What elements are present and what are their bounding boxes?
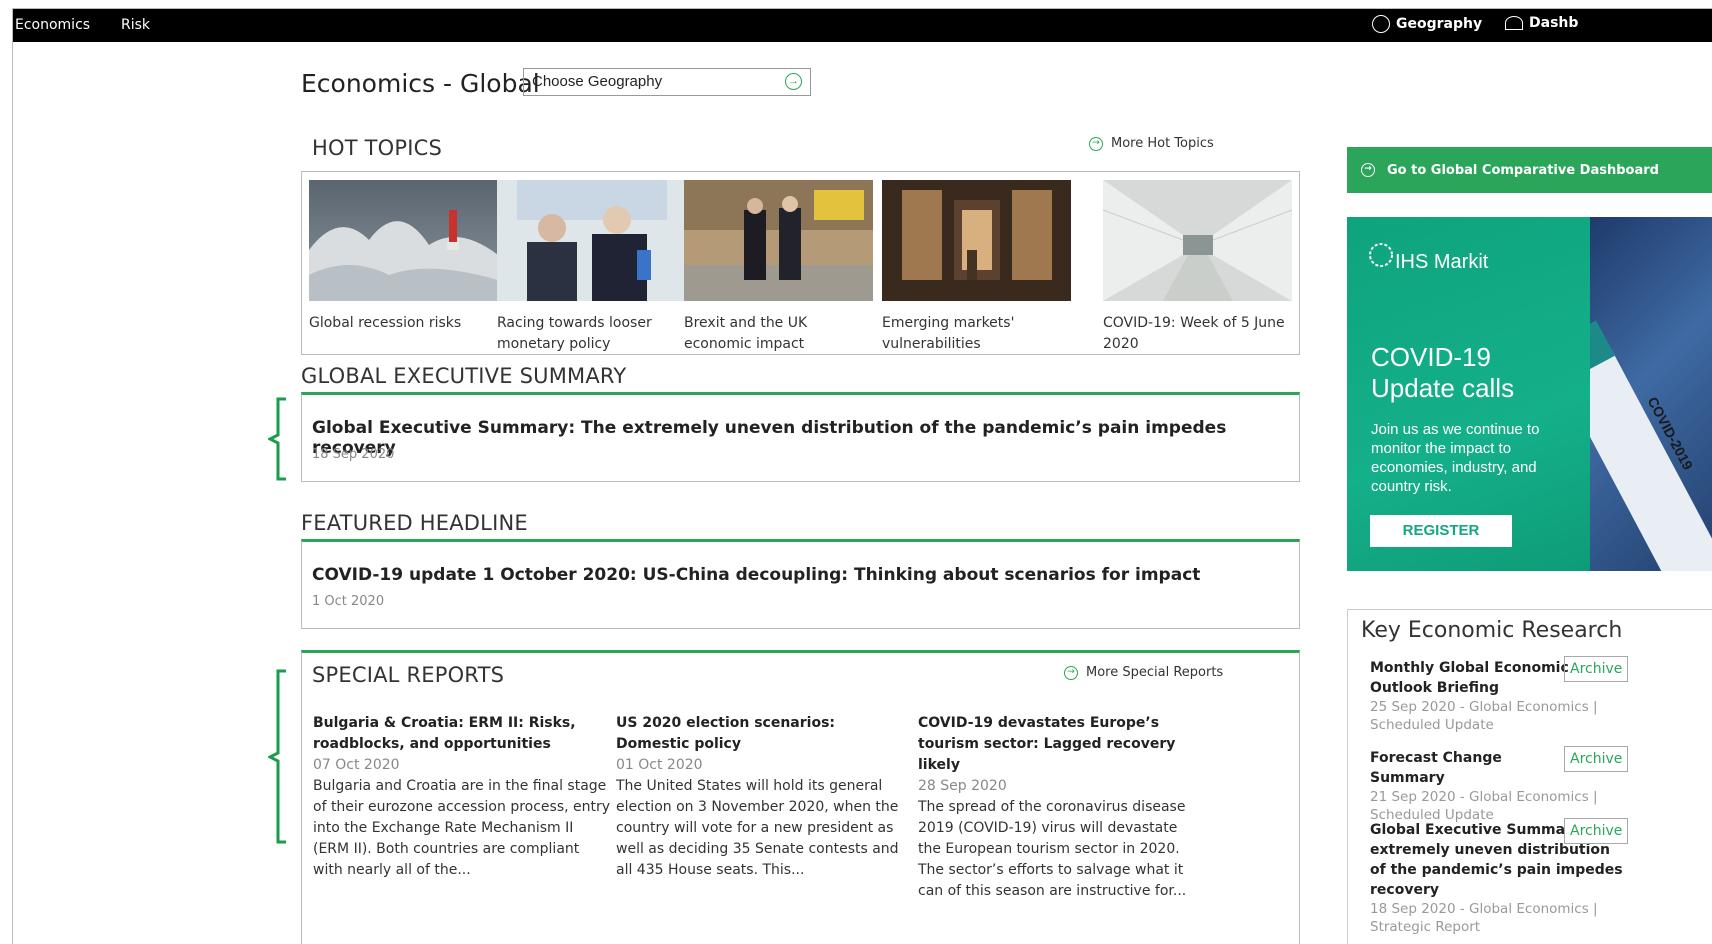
ad-headline-line: COVID-19 <box>1371 342 1491 372</box>
hot-topic-card[interactable]: Racing towards looser monetary policy <box>497 180 686 355</box>
test-tube-image: COVID-2019 <box>1543 320 1712 571</box>
executive-summary-date: 18 Sep 2020 <box>312 447 395 462</box>
more-hot-topics-link[interactable]: → More Hot Topics <box>1089 136 1214 151</box>
key-research-meta: 25 Sep 2020 - Global Economics | Schedul… <box>1370 699 1598 733</box>
nav-geography-label: Geography <box>1396 16 1483 32</box>
featured-headline-card[interactable]: COVID-19 update 1 October 2020: US-China… <box>301 539 1300 629</box>
executive-summary-card[interactable]: Global Executive Summary: The extremely … <box>301 392 1300 482</box>
arrow-right-icon: → <box>785 73 802 90</box>
covid-update-ad[interactable]: COVID-2019 IHS Markit COVID-19 Update ca… <box>1347 217 1712 571</box>
key-research-item[interactable]: Global Executive Summary: The extremely … <box>1370 818 1700 936</box>
more-special-reports-label: More Special Reports <box>1086 665 1224 680</box>
ad-headline: COVID-19 Update calls <box>1371 342 1514 404</box>
featured-headline-heading: FEATURED HEADLINE <box>301 511 528 535</box>
app-frame: Economics Risk Geography Dashb Economics… <box>12 8 1712 944</box>
key-research-item[interactable]: Monthly Global Economic Outlook Briefing… <box>1370 656 1700 734</box>
special-report-summary: The spread of the coronavirus disease 20… <box>918 799 1187 899</box>
key-research-title[interactable]: Forecast Change Summary <box>1370 748 1570 788</box>
geography-select-value: Choose Geography <box>532 73 663 90</box>
key-economic-research-panel: Key Economic Research Monthly Global Eco… <box>1347 609 1712 944</box>
globe-icon <box>1372 15 1390 33</box>
bracket-annotation <box>268 397 286 481</box>
featured-headline-date: 1 Oct 2020 <box>312 594 385 609</box>
archive-button[interactable]: Archive <box>1564 818 1629 844</box>
hot-topic-image-empty-shelves <box>1102 180 1293 301</box>
top-nav-bar: Economics Risk Geography Dashb <box>13 9 1712 42</box>
special-report-date: 28 Sep 2020 <box>918 778 1007 794</box>
archive-button[interactable]: Archive <box>1564 746 1629 772</box>
page-title: Economics - Global <box>301 69 540 98</box>
ihs-markit-logo-icon <box>1369 243 1393 267</box>
key-research-item[interactable]: Forecast Change Summary 21 Sep 2020 - Gl… <box>1370 746 1700 824</box>
special-reports-heading: SPECIAL REPORTS <box>312 663 505 687</box>
hot-topic-card[interactable]: Global recession risks <box>309 180 498 334</box>
hot-topic-caption: Emerging markets' vulnerabilities <box>882 315 1015 352</box>
ad-brand: IHS Markit <box>1395 251 1489 273</box>
ad-headline-line: Update calls <box>1371 373 1515 403</box>
key-research-meta: 18 Sep 2020 - Global Economics | Strateg… <box>1370 901 1598 935</box>
arrow-right-icon: → <box>1064 665 1078 680</box>
hot-topic-image-doorway <box>882 180 1071 301</box>
special-report-item[interactable]: US 2020 election scenarios: Domestic pol… <box>616 713 901 881</box>
key-research-title[interactable]: Monthly Global Economic Outlook Briefing <box>1370 658 1570 698</box>
nav-dashboard[interactable]: Dashb <box>1505 15 1578 31</box>
special-report-item[interactable]: Bulgaria & Croatia: ERM II: Risks, roadb… <box>313 713 613 881</box>
archive-button[interactable]: Archive <box>1564 656 1629 682</box>
special-report-summary: The United States will hold its general … <box>616 778 899 878</box>
hot-topics-panel: Global recession risks Racing towards lo… <box>301 171 1300 355</box>
hot-topic-caption: COVID-19: Week of 5 June 2020 <box>1103 315 1285 352</box>
hot-topic-card[interactable]: Emerging markets' vulnerabilities <box>882 180 1071 355</box>
hot-topic-caption: Racing towards looser monetary policy <box>497 315 652 352</box>
ad-body: Join us as we continue to monitor the im… <box>1371 421 1540 495</box>
more-hot-topics-label: More Hot Topics <box>1111 136 1214 151</box>
special-report-title[interactable]: Bulgaria & Croatia: ERM II: Risks, roadb… <box>313 713 613 755</box>
key-research-heading: Key Economic Research <box>1361 618 1623 643</box>
special-report-title[interactable]: US 2020 election scenarios: Domestic pol… <box>616 713 901 755</box>
nav-geography[interactable]: Geography <box>1372 15 1482 33</box>
nav-dashboard-label: Dashb <box>1529 15 1579 31</box>
dashboard-icon <box>1505 16 1523 30</box>
global-dashboard-button[interactable]: → Go to Global Comparative Dashboard <box>1347 147 1712 193</box>
executive-summary-heading: GLOBAL EXECUTIVE SUMMARY <box>301 364 627 388</box>
more-special-reports-link[interactable]: → More Special Reports <box>1064 665 1223 680</box>
hot-topic-card[interactable]: COVID-19: Week of 5 June 2020 <box>1102 180 1293 355</box>
featured-headline-title[interactable]: COVID-19 update 1 October 2020: US-China… <box>312 565 1200 585</box>
special-reports-panel: SPECIAL REPORTS → More Special Reports B… <box>301 650 1300 944</box>
arrow-right-icon: → <box>1089 136 1103 151</box>
executive-summary-title[interactable]: Global Executive Summary: The extremely … <box>312 418 1299 458</box>
special-report-title[interactable]: COVID-19 devastates Europe’s tourism sec… <box>918 713 1203 776</box>
register-button[interactable]: REGISTER <box>1370 515 1512 547</box>
geography-select[interactable]: Choose Geography → <box>523 68 811 96</box>
hot-topic-image-politicians <box>684 180 873 301</box>
hot-topic-card[interactable]: Brexit and the UK economic impact <box>684 180 873 355</box>
hot-topics-heading: HOT TOPICS <box>312 136 443 160</box>
nav-risk[interactable]: Risk <box>121 17 150 33</box>
special-report-summary: Bulgaria and Croatia are in the final st… <box>313 778 611 878</box>
bracket-annotation <box>268 669 286 844</box>
hot-topic-image-bankers <box>497 180 686 301</box>
special-report-date: 07 Oct 2020 <box>313 757 400 773</box>
arrow-right-icon: → <box>1361 163 1375 177</box>
special-report-item[interactable]: COVID-19 devastates Europe’s tourism sec… <box>918 713 1203 902</box>
hot-topic-caption: Brexit and the UK economic impact <box>684 315 808 352</box>
hot-topic-caption: Global recession risks <box>309 315 462 331</box>
ad-photo: COVID-2019 <box>1543 217 1712 571</box>
special-report-date: 01 Oct 2020 <box>616 757 703 773</box>
nav-economics[interactable]: Economics <box>15 17 90 33</box>
hot-topic-image-storm <box>309 180 498 301</box>
global-dashboard-label: Go to Global Comparative Dashboard <box>1387 162 1659 178</box>
